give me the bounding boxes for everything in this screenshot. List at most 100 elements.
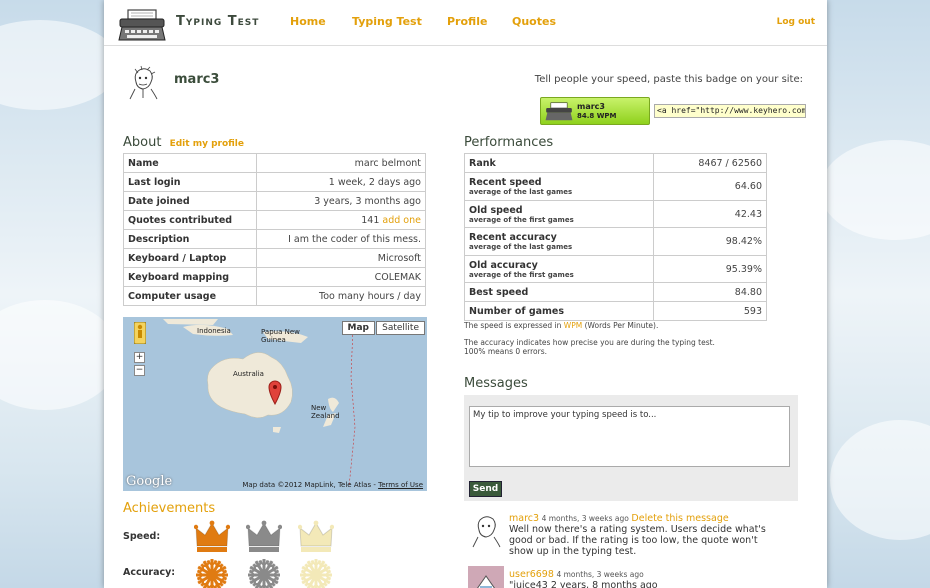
- satellite-view-button[interactable]: Satellite: [376, 321, 425, 335]
- map-view-button[interactable]: Map: [341, 321, 375, 335]
- speed-note-suffix: (Words Per Minute).: [584, 321, 659, 330]
- map-zoom-in-button[interactable]: +: [134, 352, 145, 363]
- row-value: 593: [653, 301, 767, 321]
- table-row: Keyboard / Laptop Microsoft: [123, 248, 426, 268]
- message-text: "juice43 2 years, 8 months ago: [509, 580, 658, 588]
- message-item: user6698 4 months, 3 weeks ago "juice43 …: [509, 569, 779, 588]
- row-value: COLEMAK: [256, 267, 426, 287]
- typewriter-icon: [545, 102, 573, 121]
- message-avatar: [468, 566, 504, 588]
- wpm-link[interactable]: WPM: [564, 321, 582, 330]
- about-title: About: [123, 135, 162, 150]
- row-label-text: Recent speed: [469, 177, 542, 188]
- row-label: Old speed average of the first games: [464, 200, 654, 228]
- table-row: Best speed 84.80: [464, 282, 767, 302]
- nav-profile[interactable]: Profile: [447, 15, 487, 28]
- snowflake-icon: [196, 559, 228, 588]
- brand-title[interactable]: Typing Test: [176, 14, 259, 29]
- map-label-australia: Australia: [233, 370, 264, 378]
- row-value: Microsoft: [256, 248, 426, 268]
- nav-typing-test[interactable]: Typing Test: [352, 15, 422, 28]
- typewriter-logo-icon[interactable]: [118, 9, 166, 41]
- user-avatar: [125, 64, 161, 100]
- nav-quotes[interactable]: Quotes: [512, 15, 556, 28]
- table-row: Recent accuracy average of the last games…: [464, 227, 767, 256]
- row-value: 1 week, 2 days ago: [256, 172, 426, 192]
- edit-profile-link[interactable]: Edit my profile: [170, 139, 244, 149]
- row-label: Best speed: [464, 282, 654, 302]
- table-row: Old accuracy average of the first games 95…: [464, 255, 767, 283]
- badge-username: marc3: [577, 102, 605, 111]
- map-label-png: Papua New Guinea: [261, 328, 300, 344]
- message-meta: user6698 4 months, 3 weeks ago: [509, 569, 779, 580]
- location-pin-icon[interactable]: [267, 379, 283, 405]
- row-sublabel: average of the first games: [469, 270, 574, 279]
- snowflake-icon: [248, 559, 280, 588]
- crown-icon: [246, 520, 282, 552]
- crown-icon: [194, 520, 230, 552]
- nav-home[interactable]: Home: [290, 15, 326, 28]
- add-quote-link[interactable]: add one: [382, 215, 421, 226]
- badge-hint-text: Tell people your speed, paste this badge…: [534, 74, 803, 85]
- row-label: Recent accuracy average of the last games: [464, 227, 654, 256]
- achievements-title: Achievements: [123, 501, 216, 516]
- message-textarea[interactable]: My tip to improve your typing speed is t…: [469, 406, 790, 467]
- message-time: 4 months, 3 weeks ago: [541, 514, 629, 523]
- table-row: Computer usage Too many hours / day: [123, 286, 426, 306]
- performances-title: Performances: [464, 135, 554, 150]
- row-label: Number of games: [464, 301, 654, 321]
- location-map[interactable]: Map Satellite Indonesia Papua New Guinea…: [123, 317, 427, 491]
- row-label: Name: [123, 153, 257, 173]
- row-label: Old accuracy average of the first games: [464, 255, 654, 283]
- message-author[interactable]: user6698: [509, 569, 554, 580]
- table-row: Number of games 593: [464, 301, 767, 321]
- row-label: Date joined: [123, 191, 257, 211]
- table-row: Quotes contributed 141 add one: [123, 210, 426, 230]
- speed-badge[interactable]: marc3 84.8 WPM: [540, 97, 650, 125]
- snowflake-icon: [300, 559, 332, 588]
- map-label-indonesia: Indonesia: [197, 327, 231, 335]
- speed-note: The speed is expressed in WPM (Words Per…: [464, 321, 658, 330]
- message-item: marc3 4 months, 3 weeks ago Delete this …: [509, 513, 779, 557]
- pegman-icon[interactable]: [134, 322, 146, 344]
- row-label: Keyboard mapping: [123, 267, 257, 287]
- profile-username: marc3: [174, 72, 220, 87]
- page-container: Typing Test Home Typing Test Profile Quo…: [104, 0, 827, 588]
- map-zoom-out-button[interactable]: −: [134, 365, 145, 376]
- row-sublabel: average of the first games: [469, 215, 574, 224]
- row-label: Quotes contributed: [123, 210, 257, 230]
- row-label: Keyboard / Laptop: [123, 248, 257, 268]
- message-time: 4 months, 3 weeks ago: [556, 570, 644, 579]
- row-label: Description: [123, 229, 257, 249]
- row-sublabel: average of the last games: [469, 243, 573, 251]
- row-value: 8467 / 62560: [653, 153, 767, 173]
- send-button[interactable]: Send: [469, 481, 502, 497]
- row-value: I am the coder of this mess.: [256, 229, 426, 249]
- about-table: Name marc belmont Last login 1 week, 2 day…: [123, 153, 426, 306]
- message-meta: marc3 4 months, 3 weeks ago Delete this …: [509, 513, 779, 524]
- row-label-text: Recent accuracy: [469, 232, 557, 243]
- table-row: Last login 1 week, 2 days ago: [123, 172, 426, 192]
- table-row: Date joined 3 years, 3 months ago: [123, 191, 426, 211]
- row-value: marc belmont: [256, 153, 426, 173]
- performances-table: Rank 8467 / 62560 Recent speed average of …: [464, 153, 767, 321]
- map-attribution: Map data ©2012 MapLink, Tele Atlas - Ter…: [242, 481, 423, 489]
- badge-code-field[interactable]: <a href="http://www.keyhero.com/p: [654, 104, 806, 118]
- google-logo: Google: [126, 474, 173, 489]
- map-terms-link[interactable]: Terms of Use: [378, 481, 423, 489]
- speed-achievements-label: Speed:: [123, 531, 161, 542]
- message-avatar: [468, 512, 504, 548]
- row-value: 98.42%: [653, 227, 767, 256]
- table-row: Rank 8467 / 62560: [464, 153, 767, 173]
- background-cloud: [820, 140, 930, 240]
- badge-wpm: 84.8 WPM: [577, 112, 617, 120]
- site-header: Typing Test Home Typing Test Profile Quo…: [104, 0, 827, 46]
- row-value: 3 years, 3 months ago: [256, 191, 426, 211]
- row-label-text: Old accuracy: [469, 259, 538, 271]
- logout-link[interactable]: Log out: [777, 17, 815, 27]
- accuracy-achievements-label: Accuracy:: [123, 567, 176, 578]
- message-author[interactable]: marc3: [509, 513, 539, 524]
- delete-message-link[interactable]: Delete this message: [631, 513, 728, 524]
- row-value: 64.60: [653, 172, 767, 201]
- map-label-new-zealand: New Zealand: [311, 404, 340, 420]
